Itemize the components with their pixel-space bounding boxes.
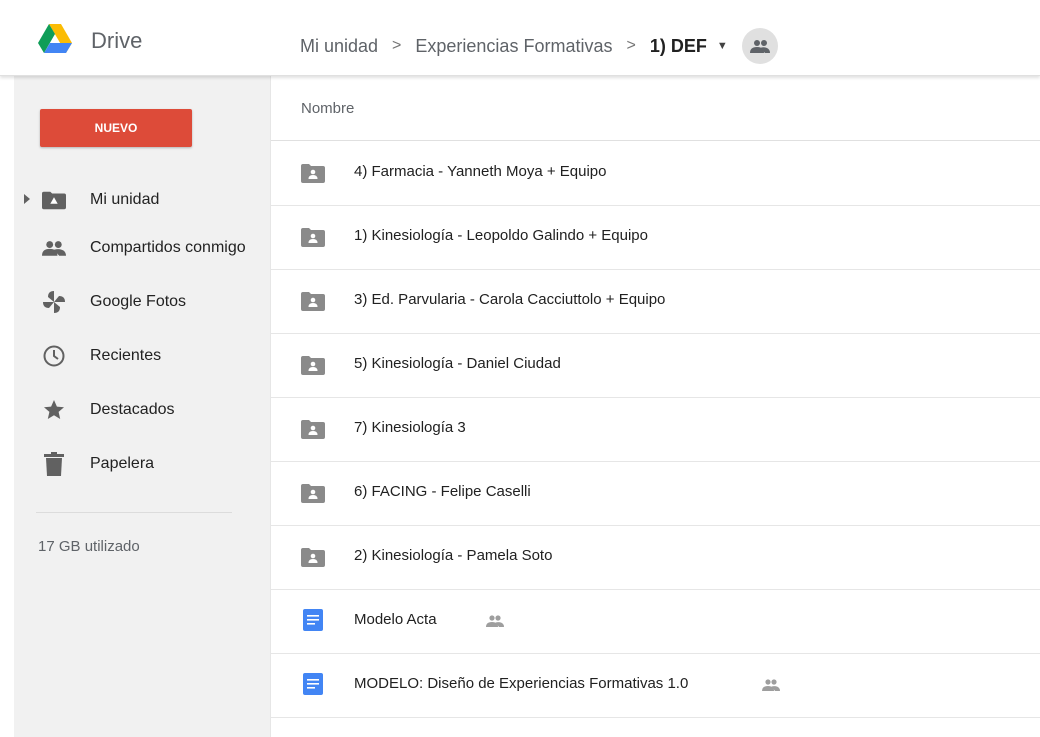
sidebar-divider <box>36 512 232 513</box>
shared-folder-icon <box>301 484 325 503</box>
top-bar: Drive Mi unidad > Experiencias Formativa… <box>0 0 1040 76</box>
breadcrumb-separator-icon: > <box>626 37 636 54</box>
people-icon <box>42 236 66 260</box>
sidebar: NUEVO Mi unidad Compartidos conmigo Goog… <box>14 76 271 737</box>
shared-people-icon <box>762 679 780 691</box>
file-name: 2) Kinesiología - Pamela Soto <box>354 547 553 564</box>
sidebar-item-label: Destacados <box>90 401 175 418</box>
my-drive-icon <box>42 188 66 212</box>
photos-pinwheel-icon <box>42 290 66 314</box>
google-doc-icon <box>303 673 323 695</box>
breadcrumb-current-folder[interactable]: 1) DEF <box>650 36 707 57</box>
breadcrumb-item-mi-unidad[interactable]: Mi unidad <box>300 36 378 57</box>
sidebar-item-label: Google Fotos <box>90 293 187 310</box>
new-button[interactable]: NUEVO <box>40 109 192 147</box>
sidebar-item-label: Papelera <box>90 455 155 472</box>
list-item[interactable]: 3) Ed. Parvularia - Carola Cacciuttolo +… <box>271 269 1040 334</box>
sidebar-item-compartidos[interactable]: Compartidos conmigo <box>14 228 270 268</box>
sidebar-item-label: Recientes <box>90 347 162 364</box>
file-list: Nombre 4) Farmacia - Yanneth Moya + Equi… <box>271 76 1040 737</box>
file-name: 7) Kinesiología 3 <box>354 419 466 436</box>
shared-folder-people-icon[interactable] <box>741 28 778 64</box>
file-name: Modelo Acta <box>354 611 437 628</box>
file-name: 5) Kinesiología - Daniel Ciudad <box>354 355 561 372</box>
storage-usage[interactable]: 17 GB utilizado <box>38 538 140 555</box>
drive-logo-icon[interactable] <box>38 24 72 54</box>
shared-folder-icon <box>301 548 325 567</box>
shared-folder-icon <box>301 228 325 247</box>
file-name: MODELO: Diseño de Experiencias Formativa… <box>354 675 689 692</box>
sidebar-item-label: Compartidos conmigo <box>90 239 246 256</box>
file-name: 6) FACING - Felipe Caselli <box>354 483 531 500</box>
trash-icon <box>42 452 66 476</box>
app-title[interactable]: Drive <box>91 28 142 54</box>
file-name: 3) Ed. Parvularia - Carola Cacciuttolo +… <box>354 291 666 308</box>
list-item[interactable]: MODELO: Diseño de Experiencias Formativa… <box>271 653 1040 718</box>
breadcrumb-separator-icon: > <box>392 37 402 54</box>
sidebar-item-papelera[interactable]: Papelera <box>14 444 270 484</box>
file-name: 4) Farmacia - Yanneth Moya + Equipo <box>354 163 607 180</box>
shared-folder-icon <box>301 420 325 439</box>
expand-arrow-icon[interactable] <box>24 194 30 204</box>
caret-down-icon[interactable]: ▼ <box>717 40 728 52</box>
list-item[interactable]: Modelo Acta <box>271 589 1040 654</box>
column-header: Nombre <box>271 76 1040 141</box>
star-icon <box>42 398 66 422</box>
shared-folder-icon <box>301 292 325 311</box>
breadcrumb-item-experiencias[interactable]: Experiencias Formativas <box>415 36 612 57</box>
sidebar-item-google-fotos[interactable]: Google Fotos <box>14 282 270 322</box>
breadcrumb: Mi unidad > Experiencias Formativas > 1)… <box>300 28 778 64</box>
sidebar-item-mi-unidad[interactable]: Mi unidad <box>14 180 270 220</box>
sidebar-item-destacados[interactable]: Destacados <box>14 390 270 430</box>
clock-icon <box>42 344 66 368</box>
shared-people-icon <box>486 615 504 627</box>
column-header-name[interactable]: Nombre <box>301 100 354 117</box>
list-item[interactable]: 6) FACING - Felipe Caselli <box>271 461 1040 526</box>
file-name: 1) Kinesiología - Leopoldo Galindo + Equ… <box>354 227 648 244</box>
sidebar-item-label: Mi unidad <box>90 191 160 208</box>
list-item[interactable]: 1) Kinesiología - Leopoldo Galindo + Equ… <box>271 205 1040 270</box>
sidebar-item-recientes[interactable]: Recientes <box>14 336 270 376</box>
list-item[interactable]: 5) Kinesiología - Daniel Ciudad <box>271 333 1040 398</box>
shared-folder-icon <box>301 356 325 375</box>
list-item[interactable]: 4) Farmacia - Yanneth Moya + Equipo <box>271 141 1040 206</box>
shared-folder-icon <box>301 164 325 183</box>
list-item[interactable]: 7) Kinesiología 3 <box>271 397 1040 462</box>
google-doc-icon <box>303 609 323 631</box>
list-item[interactable]: 2) Kinesiología - Pamela Soto <box>271 525 1040 590</box>
